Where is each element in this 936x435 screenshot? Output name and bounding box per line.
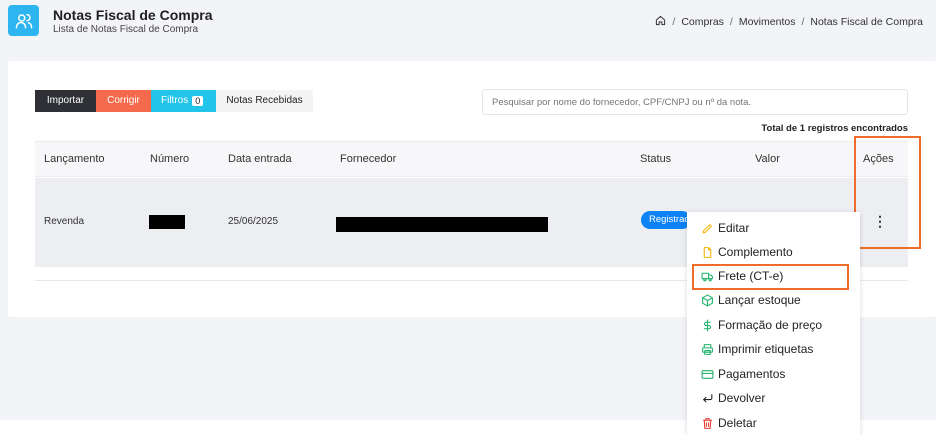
filtros-button[interactable]: Filtros 0 bbox=[151, 90, 216, 112]
page-subtitle: Lista de Notas Fiscal de Compra bbox=[53, 24, 199, 35]
column-header-lancamento[interactable]: Lançamento bbox=[44, 153, 105, 165]
menu-item-lancar-estoque[interactable]: Lançar estoque bbox=[701, 292, 801, 308]
menu-item-label: Devolver bbox=[718, 391, 766, 405]
menu-item-label: Deletar bbox=[718, 416, 757, 430]
box-icon bbox=[702, 294, 713, 306]
menu-item-label: Lançar estoque bbox=[718, 293, 801, 307]
file-icon bbox=[703, 246, 712, 258]
home-icon[interactable] bbox=[655, 15, 666, 29]
breadcrumb-separator: / bbox=[801, 16, 805, 28]
search-input[interactable] bbox=[482, 89, 908, 115]
users-icon bbox=[8, 5, 39, 36]
breadcrumb-item-movimentos[interactable]: Movimentos bbox=[739, 16, 796, 28]
column-header-status[interactable]: Status bbox=[640, 153, 671, 165]
highlight-box-frete bbox=[692, 264, 849, 290]
breadcrumb-separator: / bbox=[729, 16, 733, 28]
cell-lancamento: Revenda bbox=[44, 216, 85, 227]
menu-item-devolver[interactable]: Devolver bbox=[701, 390, 765, 406]
table-header: Lançamento Número Data entrada Fornecedo… bbox=[35, 141, 908, 177]
highlight-box-acoes bbox=[854, 136, 921, 249]
menu-item-complemento[interactable]: Complemento bbox=[701, 244, 793, 260]
printer-icon bbox=[702, 343, 713, 355]
column-header-numero[interactable]: Número bbox=[150, 153, 189, 165]
total-records: Total de 1 registros encontrados bbox=[761, 123, 908, 134]
page-header: Notas Fiscal de Compra Lista de Notas Fi… bbox=[0, 0, 936, 48]
notas-recebidas-button[interactable]: Notas Recebidas bbox=[216, 90, 313, 112]
breadcrumb: / Compras / Movimentos / Notas Fiscal de… bbox=[655, 15, 923, 29]
return-arrow-icon bbox=[703, 393, 713, 402]
menu-item-formacao-preco[interactable]: Formação de preço bbox=[701, 317, 822, 333]
menu-item-label: Imprimir etiquetas bbox=[718, 342, 814, 356]
corrigir-button[interactable]: Corrigir bbox=[96, 90, 151, 112]
breadcrumb-separator: / bbox=[672, 16, 676, 28]
importar-button[interactable]: Importar bbox=[35, 90, 96, 112]
trash-icon bbox=[703, 417, 712, 429]
filter-count-badge: 0 bbox=[192, 96, 204, 106]
menu-item-imprimir-etiquetas[interactable]: Imprimir etiquetas bbox=[701, 341, 813, 357]
breadcrumb-item-current: Notas Fiscal de Compra bbox=[810, 16, 923, 28]
column-header-data-entrada[interactable]: Data entrada bbox=[228, 153, 292, 165]
redacted-fornecedor bbox=[336, 217, 548, 232]
actions-dropdown-menu: Editar Complemento Frete (CT-e) Lançar e… bbox=[687, 212, 860, 435]
column-header-valor[interactable]: Valor bbox=[755, 153, 780, 165]
menu-item-label: Formação de preço bbox=[718, 318, 823, 332]
credit-card-icon bbox=[701, 369, 714, 379]
redacted-numero bbox=[149, 215, 185, 229]
menu-item-deletar[interactable]: Deletar bbox=[701, 415, 757, 431]
page-title: Notas Fiscal de Compra bbox=[53, 7, 213, 23]
menu-item-label: Editar bbox=[718, 221, 750, 235]
pencil-icon bbox=[702, 223, 712, 233]
dollar-icon bbox=[703, 319, 711, 331]
status-badge: Registrada bbox=[641, 211, 691, 229]
menu-item-label: Complemento bbox=[718, 245, 793, 259]
menu-item-editar[interactable]: Editar bbox=[701, 220, 749, 236]
cell-data-entrada: 25/06/2025 bbox=[228, 216, 279, 227]
menu-item-label: Pagamentos bbox=[718, 367, 786, 381]
toolbar: Importar Corrigir Filtros 0 Notas Recebi… bbox=[35, 90, 313, 112]
column-header-fornecedor[interactable]: Fornecedor bbox=[340, 153, 396, 165]
menu-item-pagamentos[interactable]: Pagamentos bbox=[701, 366, 785, 382]
breadcrumb-item-compras[interactable]: Compras bbox=[681, 16, 724, 28]
filtros-label: Filtros bbox=[161, 95, 189, 106]
